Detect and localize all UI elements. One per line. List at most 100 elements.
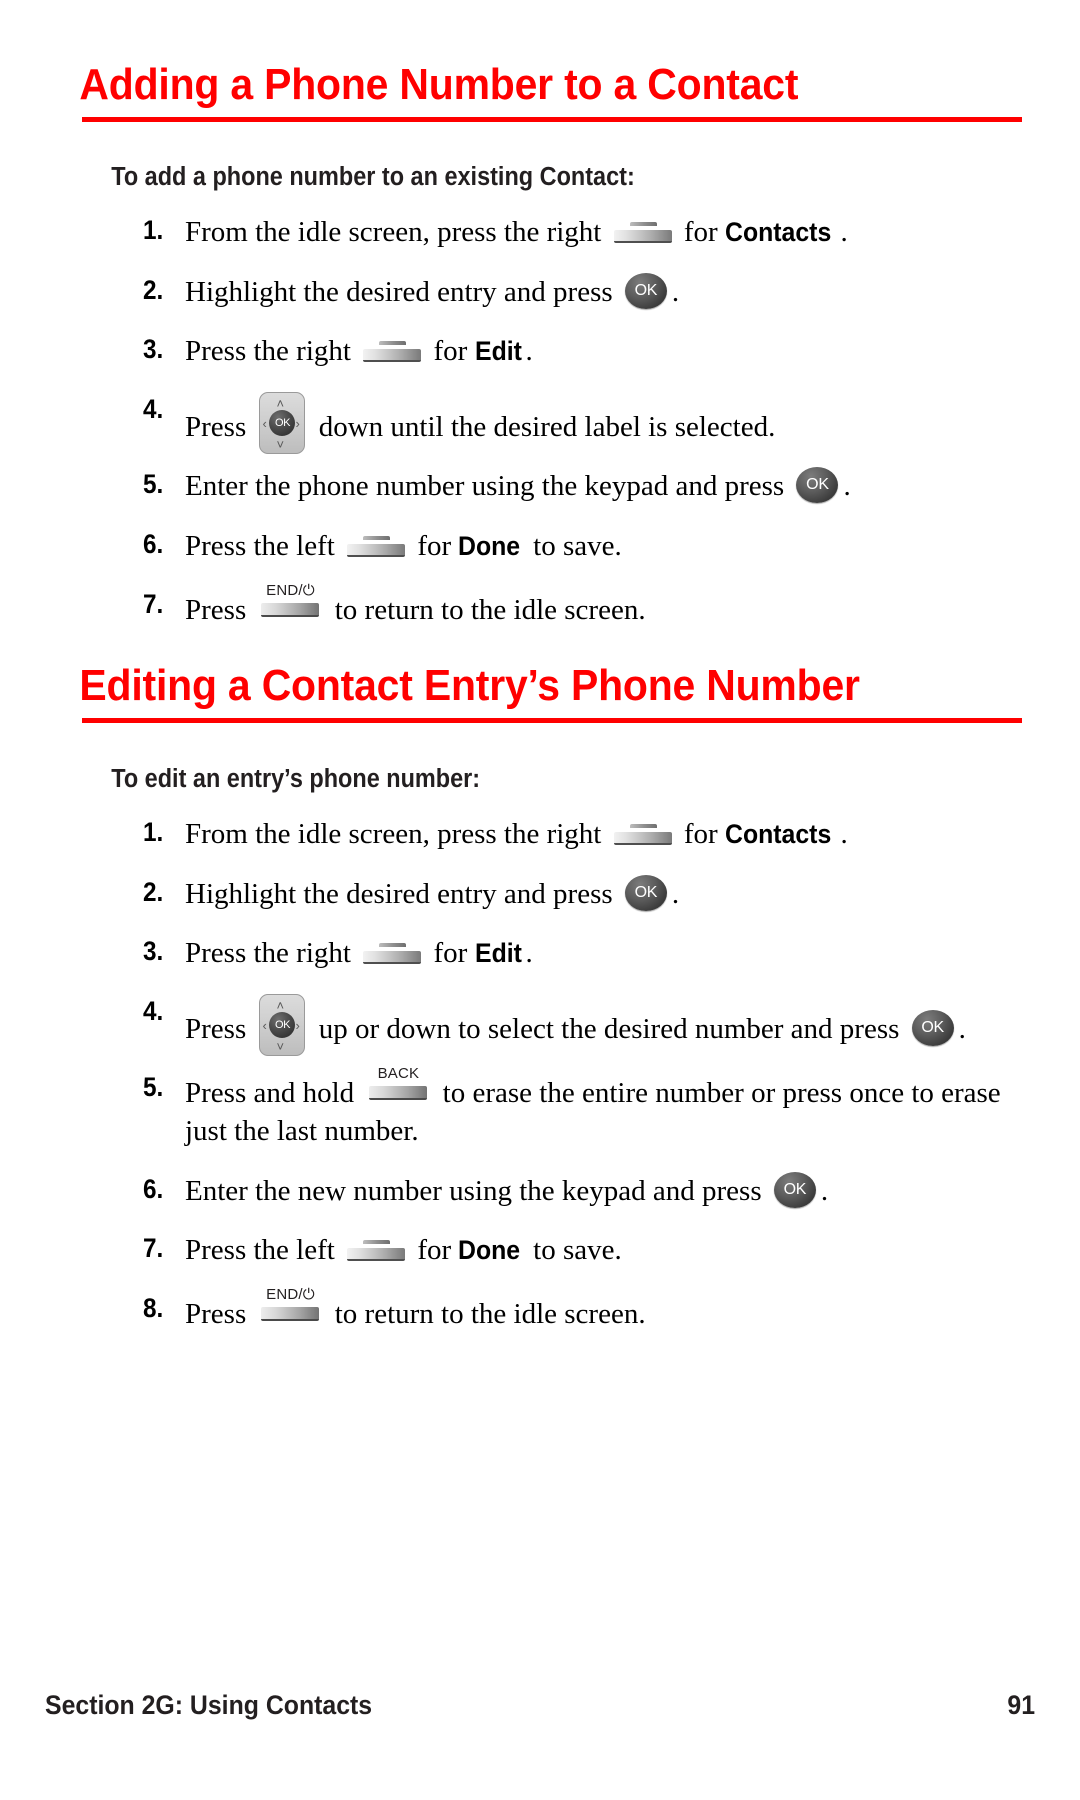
step-text: Press: [185, 1013, 254, 1045]
step-text: Press: [185, 410, 254, 443]
section-1-step-list: 1. From the idle screen, press the right …: [45, 213, 1035, 629]
step-item: 8. Press END/⏻ to return to the idle scre…: [45, 1287, 1035, 1334]
softkey-icon: [347, 536, 406, 557]
step-text: .: [525, 937, 533, 970]
step-item: 2. Highlight the desired entry and press …: [45, 874, 1035, 914]
step-number: 5.: [143, 1071, 164, 1102]
step-item: 2. Highlight the desired entry and press …: [45, 272, 1035, 312]
step-text: .: [671, 275, 680, 308]
step-item: 5. Press and hold BACK to erase the entir…: [45, 1066, 1035, 1151]
ok-key-icon: OK: [773, 1171, 816, 1208]
step-text: .: [525, 335, 533, 368]
step-number: 6.: [143, 1173, 164, 1204]
ok-key-icon: OK: [911, 1010, 954, 1046]
step-text: to save.: [525, 530, 622, 562]
step-text: Enter the new number using the keypad an…: [185, 1174, 769, 1207]
step-number: 4.: [143, 393, 164, 424]
softkey-icon: [363, 943, 422, 965]
step-number: 3.: [143, 936, 164, 967]
step-item: 3. Press the right for Edit.: [45, 332, 1035, 371]
step-item: 7. Press END/⏻ to return to the idle scre…: [45, 583, 1035, 630]
step-emphasis: Contacts: [724, 819, 832, 850]
section-1: Adding a Phone Number to a Contact: [45, 0, 1035, 123]
section-1-subheading-wrap: To add a phone number to an existing Con…: [45, 122, 1035, 192]
step-item: 4. Press OK ˄ ˅ ‹ › down until the desired la…: [45, 391, 1035, 454]
step-number: 7.: [143, 1233, 164, 1264]
step-text: From the idle screen, press the right: [185, 216, 609, 249]
step-text: for: [410, 530, 459, 562]
ok-key-icon: OK: [796, 467, 839, 504]
step-item: 5. Enter the phone number using the keypa…: [45, 467, 1035, 506]
step-text: From the idle screen, press the right: [185, 818, 609, 851]
step-emphasis: Contacts: [724, 217, 832, 248]
step-text: Highlight the desired entry and press: [185, 877, 620, 910]
step-emphasis: Edit: [474, 938, 522, 969]
step-text: up or down to select the desired number …: [311, 1013, 907, 1045]
step-text: Press the left: [185, 530, 343, 562]
step-text: .: [958, 1013, 966, 1045]
step-text: for: [676, 216, 725, 249]
step-text: for: [410, 1234, 459, 1267]
section-2-subheading-wrap: To edit an entry’s phone number:: [45, 723, 1035, 794]
step-text: to return to the idle screen.: [327, 1297, 646, 1330]
step-number: 2.: [143, 274, 164, 305]
step-item: 1. From the idle screen, press the right …: [45, 213, 1035, 252]
page-footer: Section 2G: Using Contacts 91: [45, 1690, 1035, 1721]
softkey-icon: [363, 341, 422, 363]
step-text: .: [843, 470, 851, 503]
step-text: Press: [185, 593, 254, 626]
navigation-key-icon: OK ˄ ˅ ‹ ›: [259, 391, 306, 454]
step-text: down until the desired label is selected…: [311, 410, 776, 443]
step-text: .: [820, 1174, 829, 1207]
softkey-icon: [347, 1240, 406, 1262]
ok-key-icon: OK: [624, 874, 667, 911]
step-number: 8.: [143, 1292, 164, 1323]
step-emphasis: Done: [458, 531, 521, 561]
navigation-key-icon: OK ˄ ˅ ‹ ›: [259, 994, 306, 1056]
step-item: 3. Press the right for Edit.: [45, 934, 1035, 973]
softkey-icon: [613, 824, 672, 846]
section-2-title: Editing a Contact Entry’s Phone Number: [79, 661, 860, 711]
step-number: 4.: [143, 996, 164, 1026]
step-item: 7. Press the left for Done to save.: [45, 1231, 1035, 1270]
step-item: 4. Press OK ˄ ˅ ‹ › up or down to select the …: [45, 994, 1035, 1056]
ok-key-icon: OK: [624, 272, 667, 309]
step-text: to return to the idle screen.: [327, 593, 646, 626]
step-text: .: [840, 216, 848, 249]
step-item: 6. Press the left for Done to save.: [45, 527, 1035, 566]
step-text: Enter the phone number using the keypad …: [185, 470, 792, 503]
step-text: Press: [185, 1297, 254, 1330]
step-item: 6. Enter the new number using the keypad …: [45, 1171, 1035, 1211]
manual-page: Adding a Phone Number to a Contact To ad…: [0, 0, 1080, 1800]
section-2: Editing a Contact Entry’s Phone Number: [45, 629, 1035, 724]
footer-section-label: Section 2G: Using Contacts: [45, 1690, 373, 1720]
step-text: to save.: [525, 1234, 622, 1267]
step-number: 7.: [143, 588, 164, 619]
section-1-subheading: To add a phone number to an existing Con…: [111, 163, 635, 192]
step-number: 3.: [143, 334, 164, 365]
step-number: 1.: [143, 215, 164, 246]
end-power-key-icon: END/⏻: [259, 1287, 321, 1325]
step-emphasis: Edit: [474, 336, 522, 367]
step-text: for: [426, 335, 475, 368]
step-text: for: [676, 818, 725, 851]
end-power-key-icon: END/⏻: [259, 583, 321, 621]
step-text: Press the left: [185, 1234, 343, 1267]
step-number: 1.: [143, 817, 164, 848]
step-number: 5.: [143, 469, 164, 500]
softkey-icon: [613, 222, 672, 244]
back-key-icon: BACK: [367, 1066, 429, 1104]
step-text: Press the right: [185, 335, 359, 368]
section-2-step-list: 1. From the idle screen, press the right …: [45, 815, 1035, 1333]
step-text: for: [426, 937, 475, 970]
step-text: .: [840, 818, 848, 851]
section-2-subheading: To edit an entry’s phone number:: [111, 765, 481, 794]
step-text: Press the right: [185, 937, 359, 970]
step-number: 2.: [143, 876, 164, 907]
step-item: 1. From the idle screen, press the right …: [45, 815, 1035, 854]
step-text: Press and hold: [185, 1076, 362, 1109]
step-text: Highlight the desired entry and press: [185, 275, 620, 308]
step-number: 6.: [143, 529, 164, 559]
step-emphasis: Done: [458, 1235, 521, 1266]
page-title: Adding a Phone Number to a Contact: [79, 60, 799, 109]
